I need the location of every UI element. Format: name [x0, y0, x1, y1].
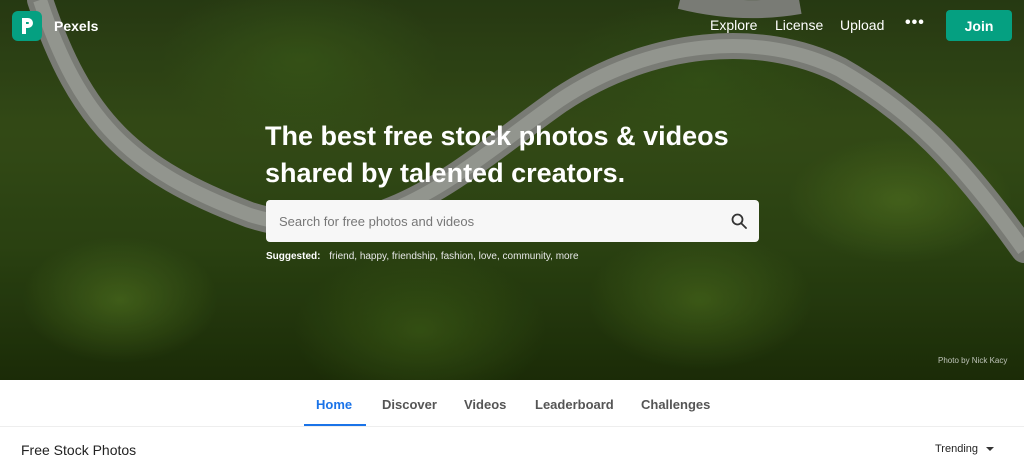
nav-upload[interactable]: Upload — [840, 17, 884, 33]
tab-videos[interactable]: Videos — [464, 397, 506, 412]
main-tabs: Home Discover Videos Leaderboard Challen… — [0, 380, 1024, 427]
hero-banner: Pexels Explore License Upload ••• Join T… — [0, 0, 1024, 380]
sort-dropdown[interactable]: Trending — [935, 443, 995, 455]
suggested-friend[interactable]: friend — [329, 251, 354, 262]
section-title: Free Stock Photos — [21, 442, 137, 455]
more-menu-icon[interactable]: ••• — [905, 14, 925, 32]
suggested-more[interactable]: more — [556, 251, 579, 262]
nav-explore[interactable]: Explore — [710, 17, 757, 33]
photo-credit[interactable]: Photo by Nick Kacy — [938, 356, 1007, 365]
suggested-searches: Suggested: friend, happy, friendship, fa… — [266, 251, 579, 262]
top-nav: Pexels Explore License Upload ••• Join — [0, 0, 1024, 52]
suggested-happy[interactable]: happy — [360, 251, 387, 262]
suggested-friendship[interactable]: friendship — [392, 251, 435, 262]
tab-home[interactable]: Home — [316, 397, 352, 412]
active-tab-indicator — [304, 424, 366, 426]
headline-line-2: shared by talented creators. — [265, 158, 626, 188]
pexels-logo-icon[interactable] — [12, 11, 42, 41]
search-bar — [266, 200, 759, 242]
suggested-community[interactable]: community — [503, 251, 551, 262]
tab-discover[interactable]: Discover — [382, 397, 437, 412]
tab-challenges[interactable]: Challenges — [641, 397, 710, 412]
brand-name[interactable]: Pexels — [54, 18, 98, 34]
tab-leaderboard[interactable]: Leaderboard — [535, 397, 614, 412]
search-input[interactable] — [266, 200, 719, 242]
suggested-fashion[interactable]: fashion — [441, 251, 473, 262]
suggested-love[interactable]: love — [479, 251, 497, 262]
sort-label: Trending — [935, 443, 979, 455]
join-button[interactable]: Join — [946, 10, 1012, 41]
chevron-down-icon — [986, 447, 995, 451]
hero-headline: The best free stock photos & videos shar… — [265, 118, 785, 192]
nav-license[interactable]: License — [775, 17, 823, 33]
headline-line-1: The best free stock photos & videos — [265, 121, 729, 151]
suggested-label: Suggested: — [266, 251, 321, 262]
search-icon[interactable] — [719, 200, 759, 242]
